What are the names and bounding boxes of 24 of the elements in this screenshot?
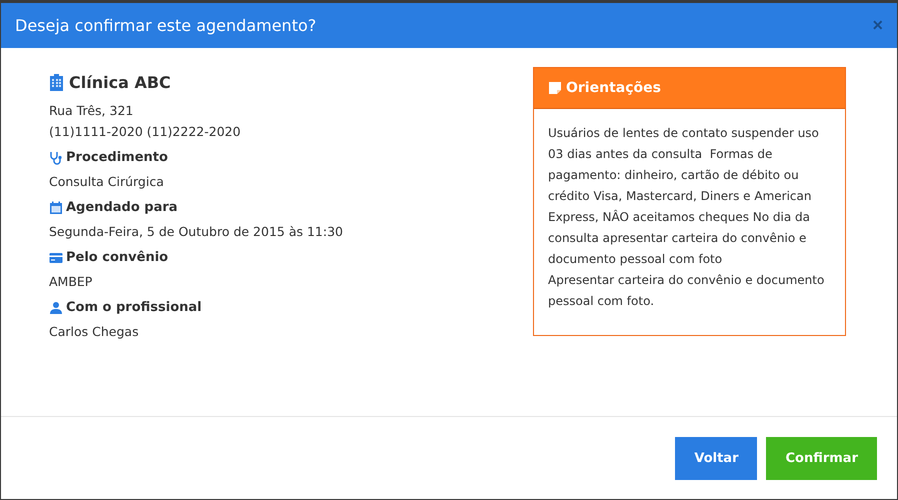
- guideline-text: Usuários de lentes de contato suspender uso 03 dias antes da consulta Formas de pagamento: dinheiro, cartão de débito ou crédito Visa, Mastercard, Diners e American Express, NÂO aceitamos cheques No dia da consulta apresentar carteira do convênio e documento pessoal com foto: [548, 125, 820, 268]
- section-value: AMBEP: [49, 273, 94, 291]
- stethoscope-icon: [49, 150, 63, 164]
- section-value: Carlos Chegas: [49, 323, 140, 341]
- section-label: Com o profissional: [66, 300, 202, 315]
- dialog-title: Deseja confirmar este agendamento?: [15, 16, 316, 35]
- credit-card-icon: [49, 250, 63, 264]
- note-icon: [548, 81, 562, 95]
- panel-title: Orientações: [566, 80, 661, 96]
- clinic-name: Clínica ABC: [69, 73, 171, 92]
- clinic-address: Rua Três, 321: [49, 102, 134, 120]
- building-icon: [49, 74, 64, 91]
- section-label: Procedimento: [66, 150, 168, 165]
- section-value: Consulta Cirúrgica: [49, 173, 165, 191]
- confirm-button[interactable]: Confirmar: [766, 436, 877, 480]
- section-value: Segunda-Feira, 5 de Outubro de 2015 às 11:30: [49, 223, 344, 241]
- calendar-icon: [49, 200, 63, 214]
- back-button[interactable]: Voltar: [675, 436, 758, 480]
- guideline-text: Apresentar carteira do convênio e documento pessoal com foto.: [548, 272, 826, 310]
- section-label: Pelo convênio: [66, 250, 168, 265]
- section-label: Agendado para: [66, 200, 178, 215]
- doctor-icon: [49, 300, 63, 314]
- clinic-phones: (11)1111-2020 (11)2222-2020: [49, 123, 242, 141]
- close-button[interactable]: ×: [872, 15, 883, 36]
